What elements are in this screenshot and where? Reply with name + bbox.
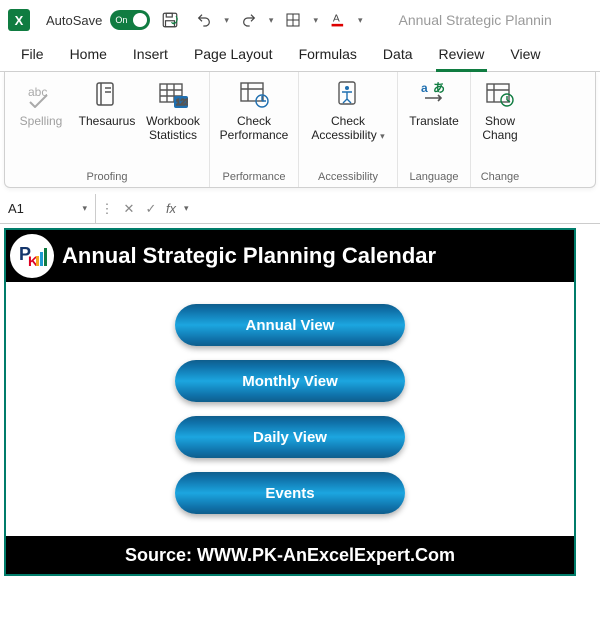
group-name-changes: Change	[475, 169, 525, 187]
formula-bar: A1 ▾ ⋮ ✕ ✓ fx ▾	[0, 194, 600, 224]
check-accessibility-button[interactable]: Check Accessibility ▾	[303, 74, 393, 147]
spelling-icon: abc	[25, 78, 57, 110]
card-title: Annual Strategic Planning Calendar	[62, 243, 436, 269]
group-name-accessibility: Accessibility	[303, 169, 393, 187]
fx-icon[interactable]: fx	[162, 194, 184, 223]
card-body: Annual View Monthly View Daily View Even…	[6, 282, 574, 536]
monthly-view-button[interactable]: Monthly View	[175, 360, 405, 402]
check-accessibility-icon	[332, 78, 364, 110]
events-button[interactable]: Events	[175, 472, 405, 514]
annual-view-button[interactable]: Annual View	[175, 304, 405, 346]
group-name-proofing: Proofing	[9, 169, 205, 187]
autosave-toggle-text: On	[115, 15, 127, 25]
workbook-statistics-button[interactable]: 123 Workbook Statistics	[141, 74, 205, 147]
show-changes-label: Show Chang	[482, 114, 517, 143]
svg-text:あ: あ	[433, 81, 445, 95]
autosave-toggle[interactable]: On	[110, 10, 150, 30]
ribbon-group-proofing: abc Spelling Thesaurus 123 Workbook Stat…	[5, 72, 210, 187]
svg-text:A: A	[333, 13, 340, 24]
formula-bar-options-icon[interactable]: ⋮	[96, 194, 118, 223]
translate-button[interactable]: aあ Translate	[402, 74, 466, 132]
logo-icon: PK	[10, 234, 54, 278]
ribbon-group-performance: Check Performance Performance	[210, 72, 299, 187]
ribbon-group-accessibility: Check Accessibility ▾ Accessibility	[299, 72, 398, 187]
save-icon[interactable]	[156, 6, 184, 34]
spelling-button[interactable]: abc Spelling	[9, 74, 73, 132]
thesaurus-button[interactable]: Thesaurus	[75, 74, 139, 132]
workbook-statistics-icon: 123	[157, 78, 189, 110]
tab-home[interactable]: Home	[57, 40, 120, 71]
translate-icon: aあ	[418, 78, 450, 110]
redo-icon[interactable]	[235, 6, 263, 34]
fx-dropdown-icon[interactable]: ▾	[184, 203, 189, 214]
fx-label: fx	[166, 201, 176, 216]
thesaurus-icon	[91, 78, 123, 110]
tab-file[interactable]: File	[8, 40, 57, 71]
tab-view[interactable]: View	[497, 40, 553, 71]
card-header: PK Annual Strategic Planning Calendar	[6, 230, 574, 282]
excel-app-icon: X	[8, 9, 30, 31]
daily-view-button[interactable]: Daily View	[175, 416, 405, 458]
tab-page-layout[interactable]: Page Layout	[181, 40, 286, 71]
undo-dropdown-icon[interactable]: ▾	[224, 15, 229, 26]
card-footer: Source: WWW.PK-AnExcelExpert.Com	[6, 536, 574, 574]
spelling-label: Spelling	[20, 114, 63, 128]
check-performance-button[interactable]: Check Performance	[214, 74, 294, 147]
check-performance-icon	[238, 78, 270, 110]
svg-text:a: a	[421, 81, 428, 95]
name-box-dropdown-icon[interactable]: ▾	[82, 203, 87, 214]
name-box[interactable]: A1 ▾	[0, 194, 96, 223]
cancel-formula-icon[interactable]: ✕	[118, 194, 140, 223]
calendar-card: PK Annual Strategic Planning Calendar An…	[4, 228, 576, 576]
borders-icon[interactable]	[279, 6, 307, 34]
redo-dropdown-icon[interactable]: ▾	[269, 15, 274, 26]
tab-formulas[interactable]: Formulas	[286, 40, 370, 71]
font-color-icon[interactable]: A	[324, 6, 352, 34]
ribbon-tabs: File Home Insert Page Layout Formulas Da…	[0, 40, 600, 72]
ribbon-group-language: aあ Translate Language	[398, 72, 471, 187]
check-performance-label: Check Performance	[220, 114, 289, 143]
title-bar: X AutoSave On ▾ ▾ ▾ A ▾ Annual Strategic…	[0, 0, 600, 40]
font-color-dropdown-icon[interactable]: ▾	[358, 15, 363, 26]
chevron-down-icon: ▾	[380, 131, 385, 141]
svg-text:123: 123	[176, 98, 188, 107]
autosave-toggle-knob	[133, 13, 147, 27]
check-accessibility-label: Check Accessibility ▾	[311, 114, 384, 143]
ribbon: abc Spelling Thesaurus 123 Workbook Stat…	[4, 72, 596, 188]
thesaurus-label: Thesaurus	[79, 114, 136, 128]
show-changes-icon	[484, 78, 516, 110]
document-title: Annual Strategic Plannin	[399, 12, 552, 28]
enter-formula-icon[interactable]: ✓	[140, 194, 162, 223]
tab-insert[interactable]: Insert	[120, 40, 181, 71]
borders-dropdown-icon[interactable]: ▾	[313, 15, 318, 26]
translate-label: Translate	[409, 114, 459, 128]
check-accessibility-text: Check Accessibility	[311, 114, 376, 142]
worksheet-area[interactable]: PK Annual Strategic Planning Calendar An…	[0, 224, 600, 580]
tab-review[interactable]: Review	[426, 40, 498, 71]
group-name-performance: Performance	[214, 169, 294, 187]
undo-icon[interactable]	[190, 6, 218, 34]
group-name-language: Language	[402, 169, 466, 187]
autosave-label: AutoSave	[46, 13, 102, 28]
tab-data[interactable]: Data	[370, 40, 426, 71]
ribbon-group-changes: Show Chang Change	[471, 72, 529, 187]
cell-reference: A1	[8, 201, 24, 216]
show-changes-button[interactable]: Show Chang	[475, 74, 525, 147]
workbook-statistics-label: Workbook Statistics	[146, 114, 200, 143]
